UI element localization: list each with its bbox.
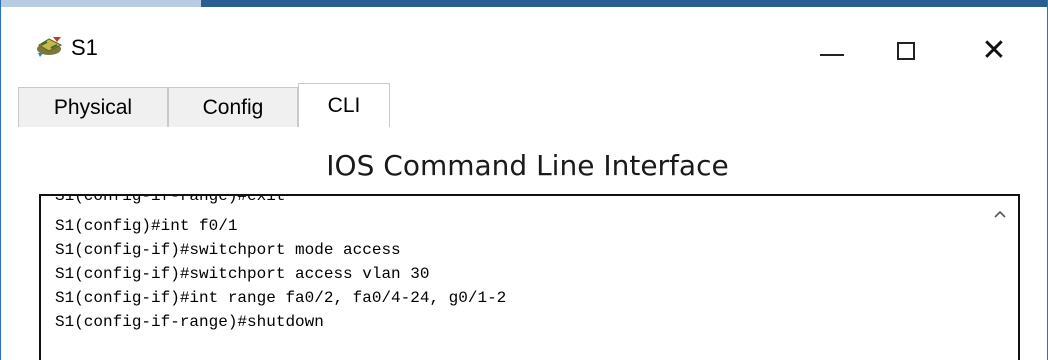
tab-config[interactable]: Config	[168, 87, 298, 127]
close-button[interactable]: ✕	[957, 21, 1031, 81]
cli-panel: IOS Command Line Interface S1(config-if-…	[18, 127, 1037, 360]
titlebar[interactable]: S1 ✕	[1, 7, 1047, 83]
console-line-partial: S1(config-if-range)#exit	[55, 194, 286, 205]
app-window: S1 ✕ Physical Config CLI IOS Command Lin…	[0, 0, 1048, 360]
window-frame-top	[1, 0, 201, 7]
window-frame-top-active	[201, 0, 1047, 7]
window-title: S1	[71, 35, 98, 60]
console-line: S1(config-if)#switchport access vlan 30	[55, 265, 430, 283]
tab-cli[interactable]: CLI	[298, 83, 390, 128]
cli-console[interactable]: S1(config-if-range)#exit S1(config)#int …	[39, 194, 1020, 360]
console-line: S1(config)#int f0/1	[55, 217, 238, 235]
minimize-icon	[820, 54, 844, 56]
switch-icon	[35, 33, 65, 59]
console-line: S1(config-if-range)#shutdown	[55, 313, 324, 331]
console-line: S1(config-if)#int range fa0/2, fa0/4-24,…	[55, 289, 507, 307]
maximize-icon	[897, 42, 915, 60]
cli-heading: IOS Command Line Interface	[326, 149, 729, 182]
console-lines: S1(config)#int f0/1 S1(config-if)#switch…	[55, 214, 506, 334]
maximize-button[interactable]	[869, 21, 943, 81]
close-icon: ✕	[981, 33, 1007, 68]
scroll-up-arrow-icon[interactable]	[994, 206, 1006, 218]
tab-bar: Physical Config CLI	[18, 83, 1037, 128]
console-line: S1(config-if)#switchport mode access	[55, 241, 401, 259]
tab-physical[interactable]: Physical	[18, 87, 168, 127]
minimize-button[interactable]	[795, 21, 869, 81]
